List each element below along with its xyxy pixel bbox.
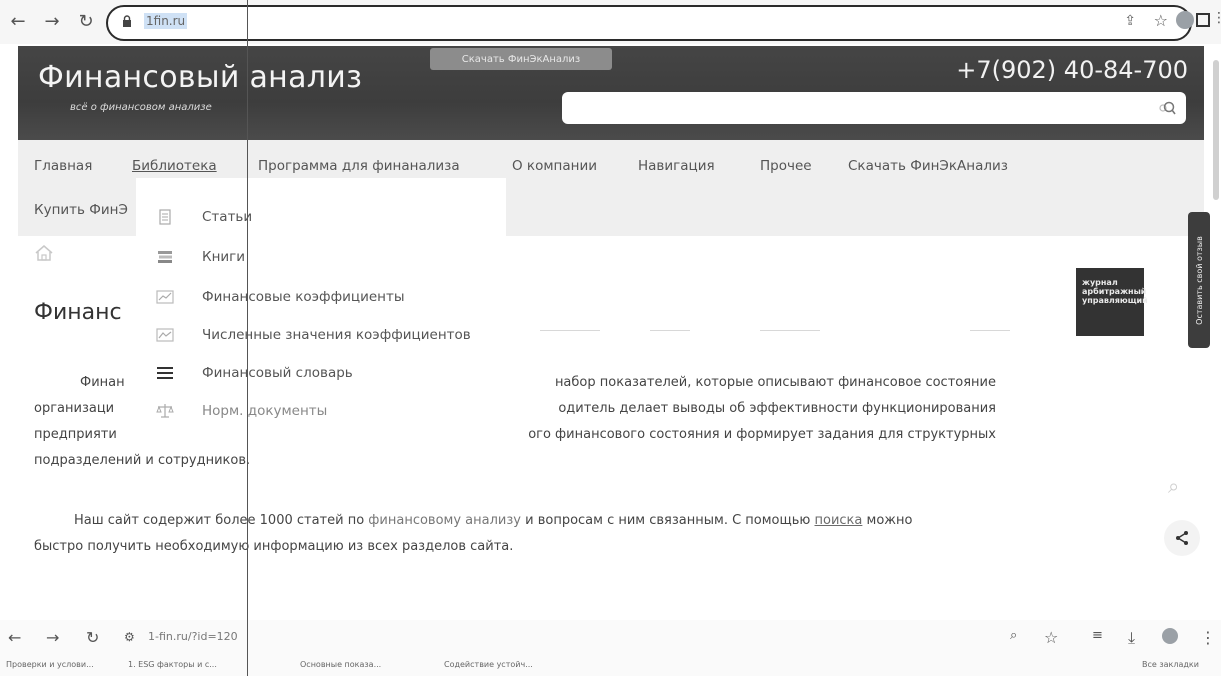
reading-list-icon[interactable]: ≡ <box>1092 628 1103 643</box>
nav-item-library[interactable]: Библиотека <box>132 158 217 174</box>
site-search-input[interactable] <box>562 92 1186 124</box>
dropdown-item-books[interactable]: Книги <box>156 238 496 276</box>
forward-icon[interactable]: → <box>40 9 64 33</box>
site-header: Финансовый анализ всё о финансовом анали… <box>18 46 1204 140</box>
zoom-icon[interactable]: ⌕ <box>1010 628 1017 643</box>
home-icon[interactable] <box>34 244 54 262</box>
share-button[interactable] <box>1164 520 1200 556</box>
dropdown-item-norm-docs[interactable]: Норм. документы <box>156 392 496 430</box>
bookmark-item[interactable]: Содействие устойч... <box>444 660 533 669</box>
phone-number[interactable]: +7(902) 40-84-700 <box>956 56 1188 84</box>
nav-item-company[interactable]: О компании <box>512 158 597 174</box>
download-icon[interactable]: ⤓ <box>1128 628 1135 648</box>
address-bar[interactable]: 1fin.ru ⇪ ☆ <box>106 5 1192 41</box>
forward-icon[interactable]: → <box>46 628 59 647</box>
scales-icon <box>156 404 174 418</box>
nav-item-other[interactable]: Прочее <box>760 158 812 174</box>
bookmark-item[interactable]: 1. ESG факторы и с... <box>128 660 217 669</box>
browser-toolbar: ← → ↻ 1fin.ru ⇪ ☆ ⋮ <box>0 0 1221 44</box>
nav-item-buy[interactable]: Купить ФинЭ <box>34 202 128 218</box>
share-icon <box>1176 531 1188 545</box>
site-title[interactable]: Финансовый анализ <box>38 60 362 95</box>
divider <box>650 330 690 331</box>
reload-icon[interactable]: ↻ <box>86 628 99 647</box>
dropdown-item-dictionary[interactable]: Финансовый словарь <box>156 354 496 392</box>
site-settings-icon[interactable]: ⚙ <box>124 630 135 644</box>
nav-item-program[interactable]: Программа для финанализа <box>258 158 460 174</box>
chart-icon <box>156 290 174 304</box>
divider <box>970 330 1010 331</box>
all-bookmarks[interactable]: Все закладки <box>1142 660 1199 669</box>
url-text: 1fin.ru <box>144 13 188 29</box>
dropdown-item-ratio-values[interactable]: Численные значения коэффициентов <box>156 316 496 354</box>
reload-icon[interactable]: ↻ <box>74 9 98 33</box>
feedback-tab[interactable]: Оставить свой отзыв <box>1188 212 1210 348</box>
financial-analysis-link[interactable]: финансовому анализу <box>368 513 521 528</box>
share-page-icon[interactable]: ⇪ <box>1124 13 1136 29</box>
back-icon[interactable]: ← <box>6 9 30 33</box>
scan-artifact-line <box>247 0 248 676</box>
nav-item-home[interactable]: Главная <box>34 158 92 174</box>
article-icon <box>159 209 171 225</box>
tab-search-icon[interactable] <box>1196 13 1210 27</box>
site-paragraph: Наш сайт содержит более 1000 статей по ф… <box>34 513 913 554</box>
profile-avatar[interactable] <box>1162 628 1178 644</box>
site-subtitle: всё о финансовом анализе <box>70 102 212 113</box>
dropdown-item-articles[interactable]: Статьи <box>156 198 496 236</box>
star-icon[interactable]: ☆ <box>1044 628 1058 647</box>
profile-avatar[interactable] <box>1176 11 1194 29</box>
nav-item-navigation[interactable]: Навигация <box>638 158 715 174</box>
search-icon[interactable] <box>1158 100 1176 116</box>
menu-kebab-icon[interactable]: ⋮ <box>1212 10 1221 26</box>
dropdown-item-ratios[interactable]: Финансовые коэффициенты <box>156 278 496 316</box>
journal-banner[interactable]: журнал арбитражный управляющий <box>1076 268 1148 336</box>
page-heading: Финанс <box>34 300 122 325</box>
download-chip[interactable]: Скачать ФинЭкАнализ <box>430 48 612 70</box>
divider <box>540 330 600 331</box>
star-icon[interactable]: ☆ <box>1154 11 1168 30</box>
list-icon <box>157 367 173 379</box>
back-icon[interactable]: ← <box>8 628 21 647</box>
bottom-url-text[interactable]: 1-fin.ru/?id=120 <box>148 630 238 643</box>
floating-search-icon[interactable]: ⌕ <box>1168 474 1179 498</box>
scrollbar-thumb[interactable] <box>1213 60 1219 200</box>
chart-icon <box>156 328 174 342</box>
lock-icon <box>123 15 131 27</box>
menu-kebab-icon[interactable]: ⋮ <box>1200 628 1216 647</box>
bottom-browser-bar: ← → ↻ ⚙ 1-fin.ru/?id=120 ⌕ ☆ ≡ ⤓ ⋮ Прове… <box>0 620 1221 676</box>
bookmark-item[interactable]: Основные показа... <box>300 660 381 669</box>
nav-item-download[interactable]: Скачать ФинЭкАнализ <box>848 158 1008 174</box>
search-link[interactable]: поиска <box>815 513 863 528</box>
books-icon <box>158 251 172 263</box>
bookmark-item[interactable]: Проверки и услови... <box>6 660 94 669</box>
divider <box>760 330 820 331</box>
library-dropdown-menu: Статьи Книги Финансовые коэффициенты Чис… <box>136 178 506 448</box>
